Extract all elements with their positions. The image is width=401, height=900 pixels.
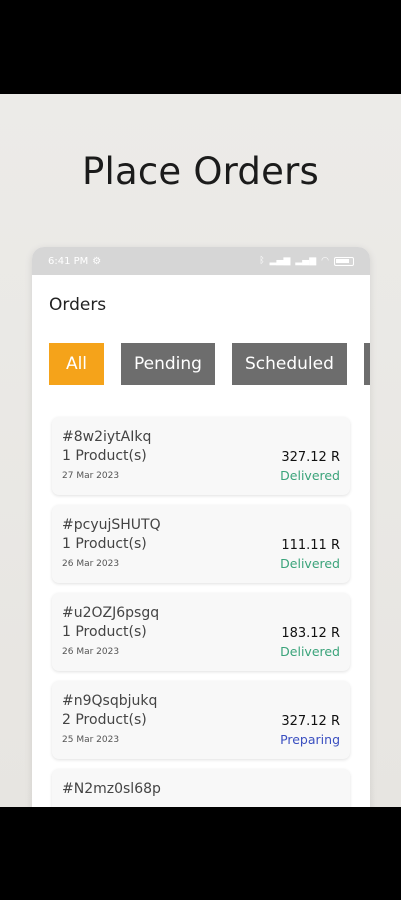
order-status: Preparing	[280, 732, 340, 747]
filter-tab-scheduled[interactable]: Scheduled	[231, 343, 347, 385]
order-code: #8w2iytAIkq	[62, 429, 152, 445]
order-product-count: 1 Product(s)	[62, 536, 147, 552]
order-product-count: 1 Product(s)	[62, 448, 147, 464]
order-code: #N2mz0sl68p	[62, 781, 161, 797]
order-status: Delivered	[280, 556, 340, 571]
bluetooth-icon: ᛒ	[259, 256, 265, 266]
promo-headline: Place Orders	[82, 150, 319, 193]
order-code: #u2OZJ6psgq	[62, 605, 160, 621]
order-code: #n9Qsqbjukq	[62, 693, 158, 709]
order-date: 25 Mar 2023	[62, 735, 120, 745]
order-card[interactable]: #N2mz0sl68p	[52, 769, 350, 807]
orders-list[interactable]: #8w2iytAIkq 1 Product(s) 27 Mar 2023 327…	[52, 417, 350, 807]
filter-tabs: All Pending Scheduled	[49, 343, 370, 385]
order-card[interactable]: #pcyujSHUTQ 1 Product(s) 26 Mar 2023 111…	[52, 505, 350, 583]
order-amount: 327.12 R	[281, 714, 340, 729]
order-card[interactable]: #u2OZJ6psgq 1 Product(s) 26 Mar 2023 183…	[52, 593, 350, 671]
phone-screen: 6:41 PM ⚙ ᛒ ▂▄▆ ▂▄▆ ◠ Orders All Pending…	[32, 247, 370, 807]
order-card[interactable]: #n9Qsqbjukq 2 Product(s) 25 Mar 2023 327…	[52, 681, 350, 759]
filter-tab-pending[interactable]: Pending	[121, 343, 215, 385]
promo-background: Place Orders 6:41 PM ⚙ ᛒ ▂▄▆ ▂▄▆ ◠ Order…	[0, 94, 401, 807]
order-amount: 111.11 R	[281, 538, 340, 553]
order-status: Delivered	[280, 644, 340, 659]
order-code: #pcyujSHUTQ	[62, 517, 161, 533]
order-date: 26 Mar 2023	[62, 559, 120, 569]
order-amount: 183.12 R	[281, 626, 340, 641]
filter-tab-overflow[interactable]	[363, 343, 370, 385]
battery-icon	[334, 256, 354, 266]
wifi-icon: ◠	[321, 256, 329, 266]
settings-gear-icon: ⚙	[92, 255, 102, 267]
filter-tab-all[interactable]: All	[49, 343, 104, 385]
order-status: Delivered	[280, 468, 340, 483]
page-title: Orders	[49, 295, 107, 315]
status-bar: 6:41 PM ⚙ ᛒ ▂▄▆ ▂▄▆ ◠	[32, 247, 370, 275]
order-date: 27 Mar 2023	[62, 471, 120, 481]
order-card[interactable]: #8w2iytAIkq 1 Product(s) 27 Mar 2023 327…	[52, 417, 350, 495]
signal-icon: ▂▄▆	[269, 256, 291, 266]
order-amount: 327.12 R	[281, 450, 340, 465]
order-date: 26 Mar 2023	[62, 647, 120, 657]
order-product-count: 2 Product(s)	[62, 712, 147, 728]
status-time: 6:41 PM	[48, 255, 89, 267]
signal-secondary-icon: ▂▄▆	[295, 256, 317, 266]
order-product-count: 1 Product(s)	[62, 624, 147, 640]
